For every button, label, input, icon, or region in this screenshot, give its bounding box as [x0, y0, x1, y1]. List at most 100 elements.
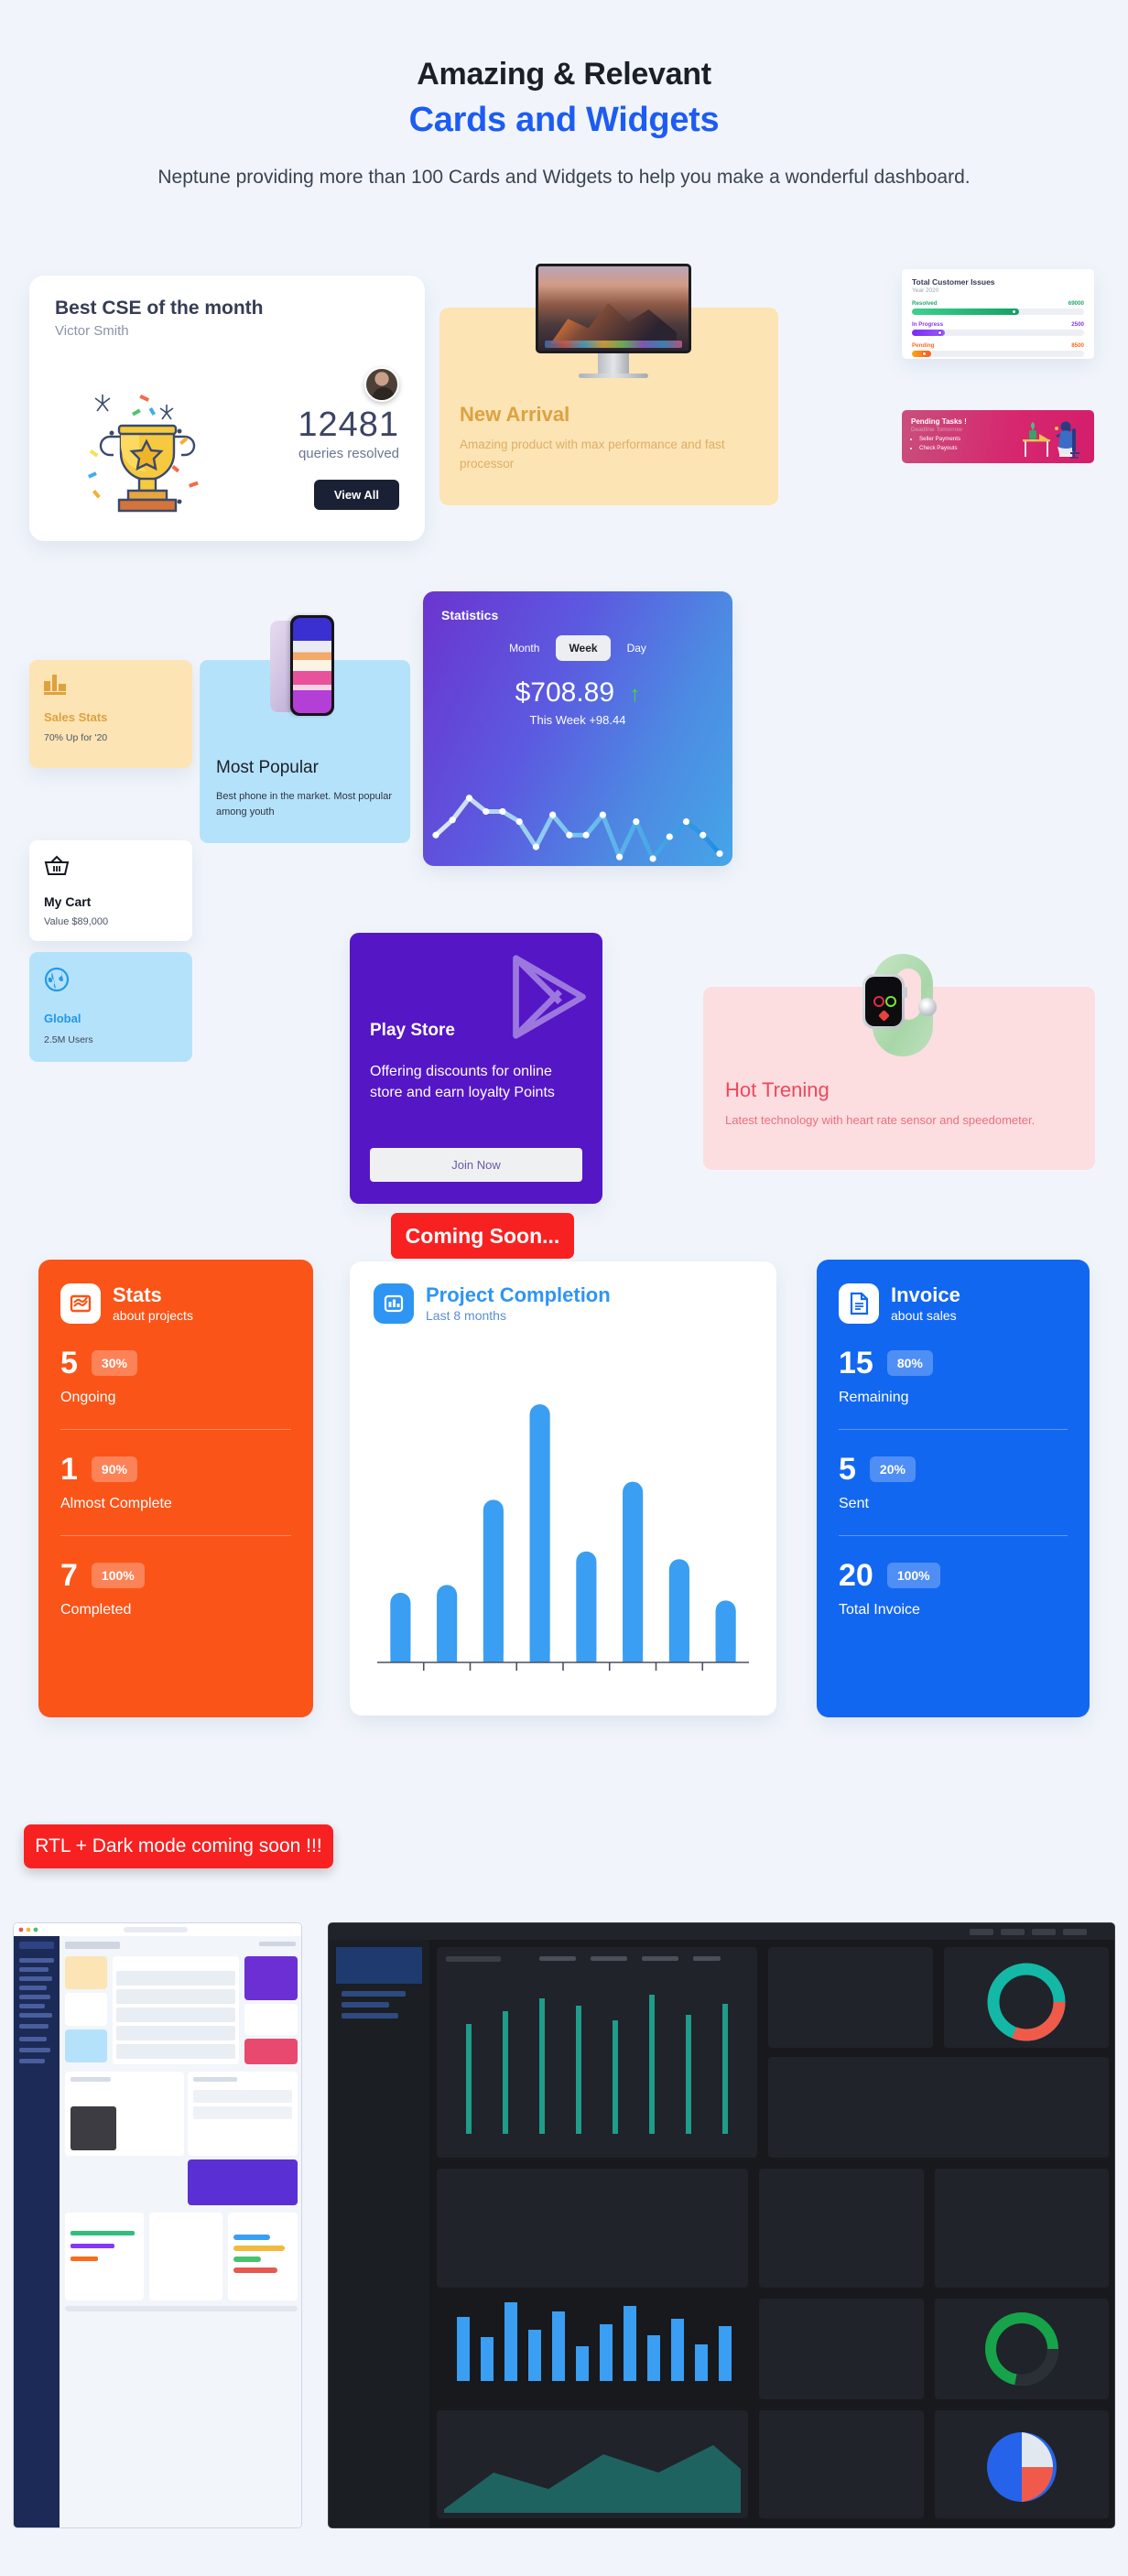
stats-item-almost-complete: 1 90% Almost Complete [60, 1454, 291, 1512]
stats-label: Completed [60, 1602, 132, 1618]
most-popular-title: Most Popular [216, 758, 319, 777]
rtl-banner-text: RTL + Dark mode coming soon !!! [35, 1835, 322, 1856]
stats-number: 1 [60, 1452, 78, 1487]
stats-label: Almost Complete [60, 1496, 172, 1511]
issue-progress-track [912, 351, 1084, 357]
sales-stats-card: Sales Stats 70% Up for '20 [29, 660, 192, 768]
tab-week[interactable]: Week [556, 635, 611, 661]
divider [60, 1429, 291, 1430]
page-title: Cards and Widgets [408, 101, 720, 140]
globe-icon [44, 967, 70, 992]
project-card-header: Project Completion Last 8 months [374, 1283, 753, 1324]
document-icon [839, 1283, 879, 1324]
header-description: Neptune providing more than 100 Cards an… [157, 166, 971, 188]
invoice-item-sent: 5 20% Sent [839, 1454, 1068, 1512]
issue-label: Resolved [912, 300, 938, 307]
statistics-amount-row: $708.89 ↑ [441, 677, 714, 709]
avatar [364, 367, 399, 402]
new-arrival-title: New Arrival [460, 403, 570, 426]
project-card-title: Project Completion [426, 1283, 611, 1307]
my-cart-card: My Cart Value $89,000 [29, 840, 192, 941]
most-popular-subtitle: Best phone in the market. Most popular a… [216, 791, 392, 818]
invoice-label: Total Invoice [839, 1602, 920, 1618]
global-subtitle: 2.5M Users [44, 1034, 93, 1045]
stats-card-title: Stats [113, 1283, 162, 1307]
invoice-card-header: Invoice about sales [839, 1283, 1068, 1324]
coming-soon-badge: Coming Soon... [391, 1213, 574, 1259]
queries-count: 12481 [298, 406, 399, 444]
hot-trending-title: Hot Trening [725, 1078, 830, 1101]
cse-card-metrics: 12481 queries resolved View All [225, 367, 399, 510]
pending-tasks-card: Pending Tasks ! Deadline Tomorrow Seller… [902, 410, 1094, 463]
queries-count-label: queries resolved [298, 445, 399, 461]
play-store-icon [513, 955, 586, 1039]
cse-card-title: Best CSE of the month [55, 298, 264, 319]
stats-percent: 30% [91, 1350, 137, 1376]
smartwatch-illustration [858, 954, 946, 1056]
stats-percent: 100% [91, 1563, 145, 1588]
sales-stats-title: Sales Stats [44, 710, 108, 724]
stats-card-subtitle: about projects [113, 1307, 193, 1323]
divider [839, 1429, 1068, 1430]
invoice-percent: 100% [886, 1563, 940, 1588]
trend-up-arrow-icon: ↑ [629, 682, 641, 707]
stats-item-ongoing: 5 30% Ongoing [60, 1348, 291, 1406]
project-completion-card: Project Completion Last 8 months [350, 1261, 776, 1716]
issues-title: Total Customer Issues [912, 277, 995, 287]
worker-illustration [1023, 421, 1079, 459]
coming-soon-text: Coming Soon... [405, 1223, 560, 1248]
issue-value: 69000 [1068, 300, 1084, 307]
play-store-card: Play Store Offering discounts for online… [350, 933, 602, 1204]
project-completion-bar-chart [377, 1404, 749, 1671]
issue-row-in-progress: In Progress 2500 [912, 321, 1084, 336]
stats-percent: 90% [91, 1456, 137, 1482]
my-cart-title: My Cart [44, 894, 92, 909]
issue-label: Pending [912, 342, 935, 349]
invoice-number: 15 [839, 1346, 873, 1380]
dark-dashboard-preview [328, 1922, 1115, 2528]
new-arrival-description: Amazing product with max performance and… [460, 438, 725, 471]
statistics-card: Statistics Month Week Day $708.89 ↑ This… [423, 591, 732, 866]
statistics-subtext: This Week +98.44 [529, 713, 626, 727]
divider [839, 1535, 1068, 1536]
stats-about-projects-card: Stats about projects 5 30% Ongoing 1 90%… [38, 1260, 313, 1717]
invoice-item-total: 20 100% Total Invoice [839, 1560, 1068, 1618]
bar-chart-icon [44, 675, 66, 695]
hot-trending-description: Latest technology with heart rate sensor… [725, 1113, 1036, 1127]
issue-value: 2500 [1071, 321, 1084, 328]
join-now-button[interactable]: Join Now [370, 1148, 582, 1182]
statistics-title: Statistics [441, 608, 499, 622]
invoice-number: 5 [839, 1452, 856, 1487]
statistics-period-tabs[interactable]: Month Week Day [441, 635, 714, 661]
iphone-illustration [270, 615, 336, 716]
stats-card-header: Stats about projects [60, 1283, 291, 1324]
stats-item-completed: 7 100% Completed [60, 1560, 291, 1618]
invoice-percent: 80% [886, 1350, 933, 1376]
best-cse-card: Best CSE of the month Victor Smith 12481… [29, 276, 425, 541]
project-card-subtitle: Last 8 months [426, 1307, 506, 1323]
tab-day[interactable]: Day [614, 635, 659, 661]
view-all-button[interactable]: View All [313, 479, 399, 510]
invoice-item-remaining: 15 80% Remaining [839, 1348, 1068, 1406]
divider [60, 1535, 291, 1536]
bar-chart-icon [374, 1283, 414, 1324]
invoice-label: Remaining [839, 1390, 909, 1405]
chart-icon [60, 1283, 101, 1324]
issues-year: Year 2020 [912, 287, 939, 294]
issue-progress-track [912, 330, 1084, 336]
statistics-line-chart [432, 795, 723, 862]
issue-row-pending: Pending 8500 [912, 342, 1084, 357]
rtl-dark-mode-banner: RTL + Dark mode coming soon !!! [24, 1824, 333, 1868]
global-title: Global [44, 1012, 81, 1025]
cse-card-name: Victor Smith [55, 323, 129, 339]
play-store-description: Offering discounts for online store and … [370, 1064, 555, 1101]
issue-row-resolved: Resolved 69000 [912, 300, 1084, 315]
invoice-number: 20 [839, 1558, 873, 1593]
light-dashboard-preview [13, 1922, 302, 2528]
imac-illustration [536, 264, 691, 378]
issue-label: In Progress [912, 321, 944, 328]
statistics-amount: $708.89 [515, 677, 615, 708]
tab-month[interactable]: Month [496, 635, 552, 661]
stats-number: 5 [60, 1346, 78, 1380]
basket-icon [44, 855, 70, 875]
